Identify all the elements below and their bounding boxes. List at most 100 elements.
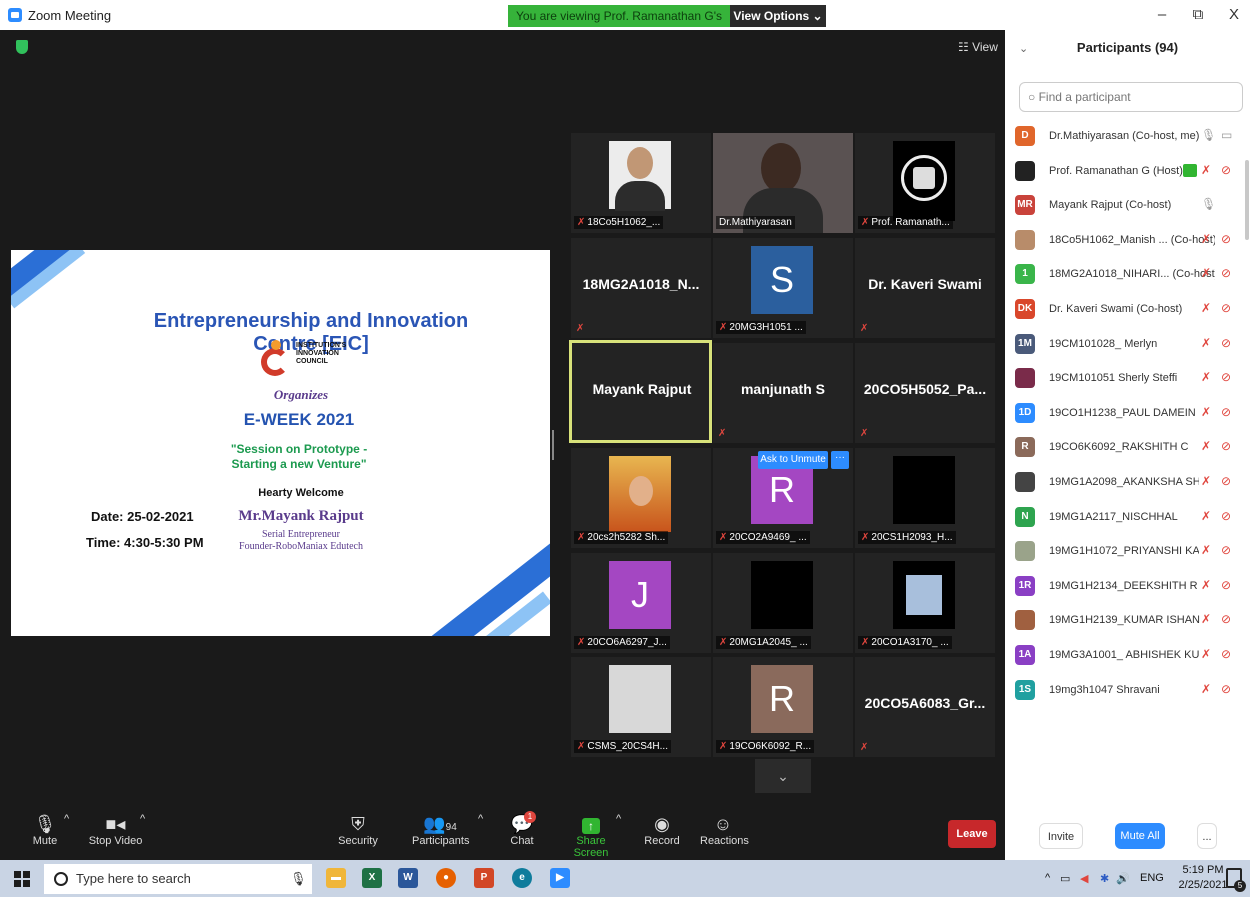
video-off-icon[interactable]: ⊘ — [1221, 439, 1231, 453]
list-item[interactable]: 19MG1A2098_AKANKSHA SHUK...✗ ⊘ — [1013, 466, 1245, 501]
excel-icon[interactable]: X — [362, 868, 382, 888]
video-tile[interactable]: ✗ Prof. Ramanath... — [855, 133, 995, 233]
mic-muted-icon[interactable]: ✗ — [1201, 370, 1211, 384]
mic-muted-icon[interactable]: ✗ — [1201, 405, 1211, 419]
list-item[interactable]: 1S 19mg3h1047 Shravani ✗ ⊘ — [1013, 674, 1245, 709]
participants-caret-icon[interactable]: ^ — [478, 813, 483, 825]
list-item[interactable]: 18Co5H1062_Manish ... (Co-host) ✗ ⊘ — [1013, 224, 1245, 259]
close-button[interactable]: X — [1224, 6, 1244, 23]
taskbar-search-input[interactable]: Type here to search 🎙 — [44, 864, 312, 894]
restore-button[interactable]: ⧉ — [1188, 6, 1208, 23]
mute-all-button[interactable]: Mute All — [1115, 823, 1165, 849]
language-indicator[interactable]: ENG — [1140, 872, 1164, 884]
list-item[interactable]: 1A 19MG3A1001_ ABHISHEK KUMA...✗ ⊘ — [1013, 639, 1245, 674]
list-item[interactable]: Prof. Ramanathan G (Host) ✗ ⊘ — [1013, 155, 1245, 190]
firefox-icon[interactable]: ● — [436, 868, 456, 888]
mic-muted-icon[interactable]: ✗ — [1201, 474, 1211, 488]
video-off-icon[interactable]: ⊘ — [1221, 405, 1231, 419]
video-off-icon[interactable]: ⊘ — [1221, 682, 1231, 696]
video-off-icon[interactable]: ⊘ — [1221, 301, 1231, 315]
tile-more-button[interactable]: ··· — [831, 451, 849, 469]
video-off-icon[interactable]: ⊘ — [1221, 232, 1231, 246]
list-item[interactable]: D Dr.Mathiyarasan (Co-host, me) 🎙 ▭ — [1013, 120, 1245, 155]
video-tile[interactable]: Dr. Kaveri Swami ✗ — [855, 238, 995, 338]
video-tile[interactable]: J ✗ 20CO6A6297_J... — [571, 553, 711, 653]
list-item[interactable]: 1M 19CM101028_ Merlyn ✗ ⊘ — [1013, 328, 1245, 363]
video-tile[interactable]: ✗ CSMS_20CS4H... — [571, 657, 711, 757]
bluetooth-icon[interactable]: ✱ — [1100, 872, 1109, 885]
windows-start-icon[interactable] — [14, 871, 30, 887]
more-options-button[interactable]: ... — [1197, 823, 1217, 849]
microphone-icon[interactable]: 🎙 — [1201, 128, 1216, 142]
video-off-icon[interactable]: ⊘ — [1221, 266, 1231, 280]
video-off-icon[interactable]: ⊘ — [1221, 509, 1231, 523]
video-off-icon[interactable]: ⊘ — [1221, 163, 1231, 177]
video-options-caret-icon[interactable]: ^ — [140, 813, 145, 825]
word-icon[interactable]: W — [398, 868, 418, 888]
video-off-icon[interactable]: ⊘ — [1221, 370, 1231, 384]
list-item[interactable]: 19MG1H2139_KUMAR ISHAN ✗ ⊘ — [1013, 604, 1245, 639]
app-tray-icon[interactable]: ◀ — [1080, 872, 1088, 885]
mic-muted-icon[interactable]: ✗ — [1201, 301, 1211, 315]
ask-to-unmute-button[interactable]: Ask to Unmute — [758, 451, 828, 469]
minimize-button[interactable]: – — [1152, 6, 1172, 23]
taskbar-clock[interactable]: 5:19 PM 2/25/2021 — [1178, 863, 1228, 893]
video-tile[interactable]: ✗ 20CS1H2093_H... — [855, 448, 995, 548]
network-icon[interactable]: ▭ — [1060, 872, 1070, 885]
mic-muted-icon[interactable]: ✗ — [1201, 336, 1211, 350]
audio-options-caret-icon[interactable]: ^ — [64, 813, 69, 825]
list-item[interactable]: N 19MG1A2117_NISCHHAL ✗ ⊘ — [1013, 501, 1245, 536]
volume-icon[interactable]: 🔊 — [1116, 872, 1130, 885]
participant-list-scrollbar[interactable] — [1245, 160, 1249, 240]
list-item[interactable]: MR Mayank Rajput (Co-host) 🎙 — [1013, 189, 1245, 224]
video-off-icon[interactable]: ⊘ — [1221, 543, 1231, 557]
video-off-icon[interactable]: ⊘ — [1221, 474, 1231, 488]
next-page-chevron-icon[interactable]: ⌄ — [755, 759, 811, 793]
list-item[interactable]: DK Dr. Kaveri Swami (Co-host) ✗ ⊘ — [1013, 293, 1245, 328]
video-tile[interactable]: 18MG2A1018_N... ✗ — [571, 238, 711, 338]
video-tile[interactable]: 20CO5A6083_Gr... ✗ — [855, 657, 995, 757]
mic-muted-icon[interactable]: ✗ — [1201, 647, 1211, 661]
list-item[interactable]: R 19CO6K6092_RAKSHITH C ✗ ⊘ — [1013, 431, 1245, 466]
mic-muted-icon[interactable]: ✗ — [1201, 232, 1211, 246]
video-tile-active-speaker[interactable]: Mayank Rajput — [569, 340, 712, 443]
stop-video-button[interactable]: ■◂ Stop Video — [88, 813, 143, 847]
video-tile[interactable]: ✗ 20cs2h5282 Sh... — [571, 448, 711, 548]
video-tile[interactable]: R ✗ 19CO6K6092_R... — [713, 657, 853, 757]
video-tile[interactable]: ✗ 20MG1A2045_ ... — [713, 553, 853, 653]
tray-chevron-icon[interactable]: ^ — [1045, 872, 1050, 884]
mic-muted-icon[interactable]: ✗ — [1201, 266, 1211, 280]
camera-icon[interactable]: ▭ — [1221, 128, 1232, 142]
video-off-icon[interactable]: ⊘ — [1221, 612, 1231, 626]
list-item[interactable]: 19CM101051 Sherly Steffi ✗ ⊘ — [1013, 362, 1245, 397]
video-tile[interactable]: ✗ 20CO1A3170_ ... — [855, 553, 995, 653]
splitter-handle[interactable] — [552, 430, 554, 460]
video-tile[interactable]: S ✗ 20MG3H1051 ... — [713, 238, 853, 338]
edge-icon[interactable]: e — [512, 868, 532, 888]
list-item[interactable]: 1 18MG2A1018_NIHARI... (Co-host) ✗ ⊘ — [1013, 258, 1245, 293]
participant-search-input[interactable]: ○ Find a participant — [1019, 82, 1243, 112]
list-item[interactable]: 19MG1H1072_PRIYANSHI KASH...✗ ⊘ — [1013, 535, 1245, 570]
share-screen-button[interactable]: ↑ Share Screen — [560, 813, 622, 859]
mic-muted-icon[interactable]: ✗ — [1201, 682, 1211, 696]
encryption-shield-icon[interactable] — [16, 40, 28, 54]
file-explorer-icon[interactable]: ▬ — [326, 868, 346, 888]
invite-button[interactable]: Invite — [1039, 823, 1083, 849]
mic-muted-icon[interactable]: ✗ — [1201, 509, 1211, 523]
mic-muted-icon[interactable]: ✗ — [1201, 543, 1211, 557]
video-off-icon[interactable]: ⊘ — [1221, 336, 1231, 350]
video-tile[interactable]: Dr.Mathiyarasan — [713, 133, 853, 233]
mic-muted-icon[interactable]: ✗ — [1201, 612, 1211, 626]
leave-button[interactable]: Leave — [948, 820, 996, 848]
list-item[interactable]: 1D 19CO1H1238_PAUL DAMEIN ✗ ⊘ — [1013, 397, 1245, 432]
view-options-button[interactable]: View Options ⌄ — [730, 5, 826, 27]
participants-button[interactable]: 👥94 Participants — [412, 813, 469, 847]
microphone-icon[interactable]: 🎙 — [1201, 197, 1216, 211]
video-off-icon[interactable]: ⊘ — [1221, 647, 1231, 661]
microphone-icon[interactable]: 🎙 — [290, 864, 307, 894]
view-layout-button[interactable]: ☷ View — [958, 40, 998, 54]
zoom-taskbar-icon[interactable]: ▶ — [550, 868, 570, 888]
list-item[interactable]: 1R 19MG1H2134_DEEKSHITH R ✗ ⊘ — [1013, 570, 1245, 605]
powerpoint-icon[interactable]: P — [474, 868, 494, 888]
video-tile[interactable]: 20CO5H5052_Pa... ✗ — [855, 343, 995, 443]
